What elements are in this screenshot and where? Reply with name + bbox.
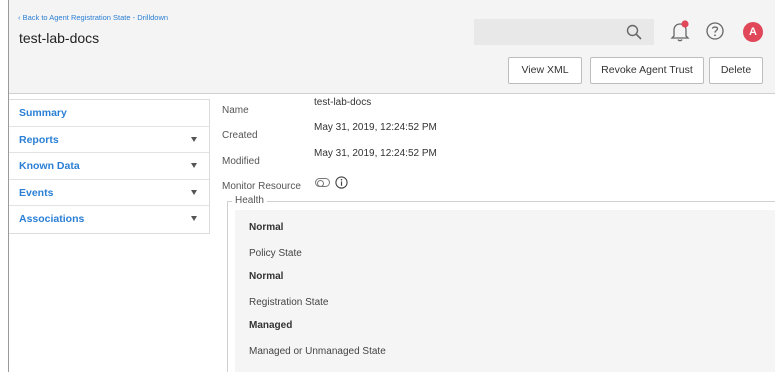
registration-state-value: Managed (249, 320, 293, 331)
sidebar-item-events[interactable]: Events (9, 180, 209, 206)
monitor-resource-toggle[interactable] (315, 178, 330, 187)
back-link[interactable]: ‹ Back to Agent Registration State - Dri… (18, 13, 168, 22)
sidebar-nav: Summary Reports Known Data Events Associ… (9, 99, 210, 234)
policy-state-label: Policy State (249, 248, 302, 259)
health-status-value: Normal (249, 222, 284, 233)
sidebar-item-reports[interactable]: Reports (9, 127, 209, 153)
help-icon[interactable] (705, 20, 725, 42)
caret-down-icon[interactable] (191, 136, 197, 142)
created-value: May 31, 2019, 12:24:52 PM (314, 122, 437, 133)
sidebar-item-known-data[interactable]: Known Data (9, 153, 209, 180)
revoke-agent-trust-button[interactable]: Revoke Agent Trust (590, 57, 704, 84)
caret-down-icon[interactable] (191, 216, 197, 221)
avatar[interactable]: A (743, 22, 763, 42)
monitor-resource-label: Monitor Resource (222, 181, 301, 192)
sidebar-item-label: Known Data (19, 160, 80, 172)
view-xml-button[interactable]: View XML (508, 57, 582, 84)
sidebar-item-summary[interactable]: Summary (9, 100, 209, 127)
sidebar-item-label: Summary (19, 107, 67, 119)
caret-down-icon[interactable] (191, 189, 197, 195)
modified-value: May 31, 2019, 12:24:52 PM (314, 148, 437, 159)
app-frame: ‹ Back to Agent Registration State - Dri… (8, 0, 775, 372)
sidebar-item-associations[interactable]: Associations (9, 206, 209, 233)
sidebar-item-label: Associations (19, 213, 85, 225)
name-label: Name (222, 105, 249, 116)
registration-state-label: Registration State (249, 297, 329, 308)
sidebar-item-label: Reports (19, 133, 59, 146)
delete-button[interactable]: Delete (709, 57, 763, 84)
policy-state-value: Normal (249, 271, 284, 282)
health-legend: Health (232, 195, 267, 206)
notification-dot (681, 20, 689, 28)
managed-state-label: Managed or Unmanaged State (249, 346, 386, 357)
sidebar-item-label: Events (19, 186, 54, 199)
search-icon[interactable] (626, 24, 642, 40)
name-value: test-lab-docs (314, 97, 372, 108)
search-input[interactable] (474, 19, 654, 45)
bell-icon[interactable] (670, 20, 690, 42)
page-header: ‹ Back to Agent Registration State - Dri… (9, 0, 775, 94)
page-title: test-lab-docs (19, 30, 100, 46)
created-label: Created (222, 130, 258, 141)
info-icon[interactable] (335, 176, 348, 189)
modified-label: Modified (222, 156, 260, 167)
caret-down-icon[interactable] (191, 163, 197, 168)
